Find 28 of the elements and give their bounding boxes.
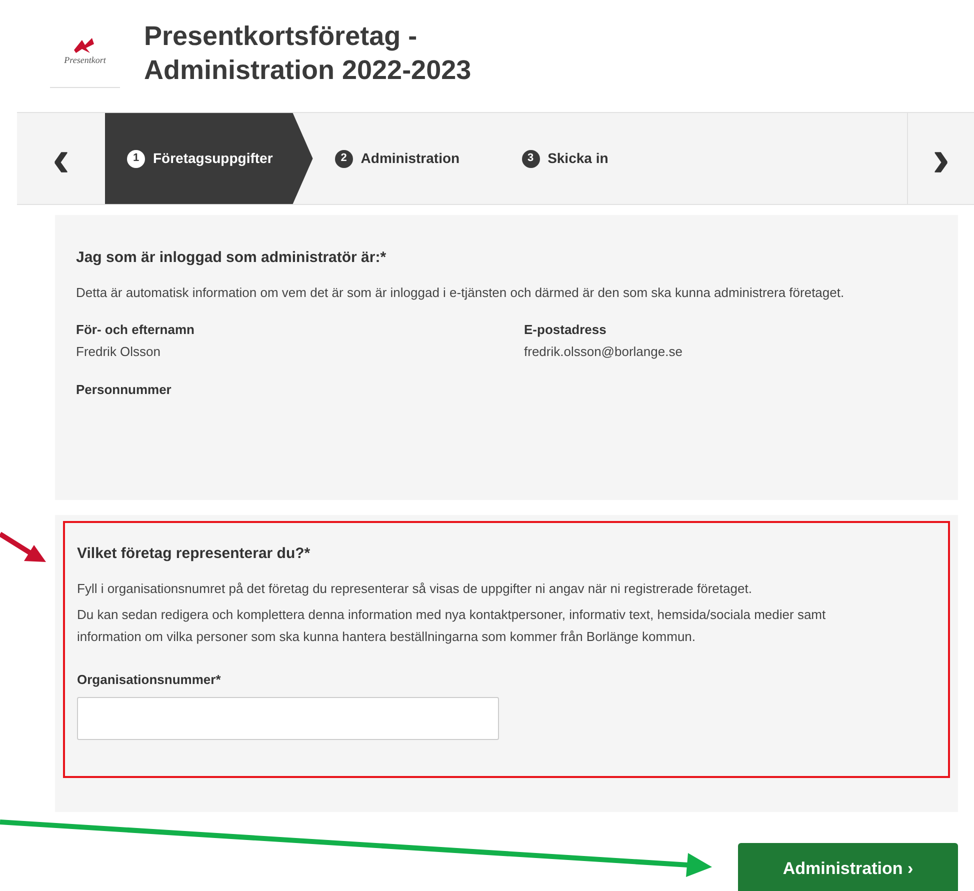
- field-label: E-postadress: [524, 320, 608, 339]
- step-tab[interactable]: 3 Skicka in: [500, 113, 907, 204]
- step-label: Administration: [360, 149, 460, 168]
- page-title: Presentkortsföretag -: [144, 20, 418, 52]
- step-number: 1: [127, 150, 145, 168]
- section-description: Du kan sedan redigera och komplettera denna information med nya kontaktpersoner, informativ text, hemsida/sociala medier samt information om vilka personer som ska kunna hantera beställningarna som kommer från Borlänge kommun.: [77, 606, 827, 646]
- logo-text: Presentkort: [64, 54, 106, 68]
- field-value: Fredrik Olsson: [76, 343, 162, 361]
- field-value: fredrik.olsson@borlange.se: [524, 343, 684, 361]
- field-label: För- och efternamn: [76, 320, 196, 338]
- step-number: 3: [522, 150, 540, 168]
- annotation-arrow: [0, 532, 46, 562]
- section-heading: Jag som är inloggad som administratör är:*: [76, 248, 388, 268]
- previous-button[interactable]: ‹: [17, 113, 105, 204]
- step-label: Skicka in: [548, 149, 608, 168]
- next-button[interactable]: Administration ›: [738, 843, 958, 891]
- page-title: Administration 2022-2023: [144, 54, 472, 86]
- input-field[interactable]: [77, 697, 499, 740]
- section-heading: Vilket företag representerar du?*: [77, 544, 312, 564]
- step-label: Företagsuppgifter: [153, 149, 273, 168]
- next-step-button[interactable]: ›: [907, 113, 974, 204]
- section-description: Fyll i organisationsnumret på det företag du representerar så visas de uppgifter ni angav när ni registrerade företaget.: [77, 580, 753, 598]
- field-label: Personnummer: [76, 380, 172, 398]
- step-tab[interactable]: 1 Företagsuppgifter: [105, 113, 313, 204]
- field-label: Organisationsnummer*: [77, 670, 222, 689]
- step-number: 2: [334, 150, 353, 168]
- step-tab[interactable]: 2 Administration: [312, 113, 500, 204]
- section-description: Detta är automatisk information om vem det är som är inloggad i e-tjänsten och därmed är den som ska kunna administrera företaget.: [76, 284, 846, 302]
